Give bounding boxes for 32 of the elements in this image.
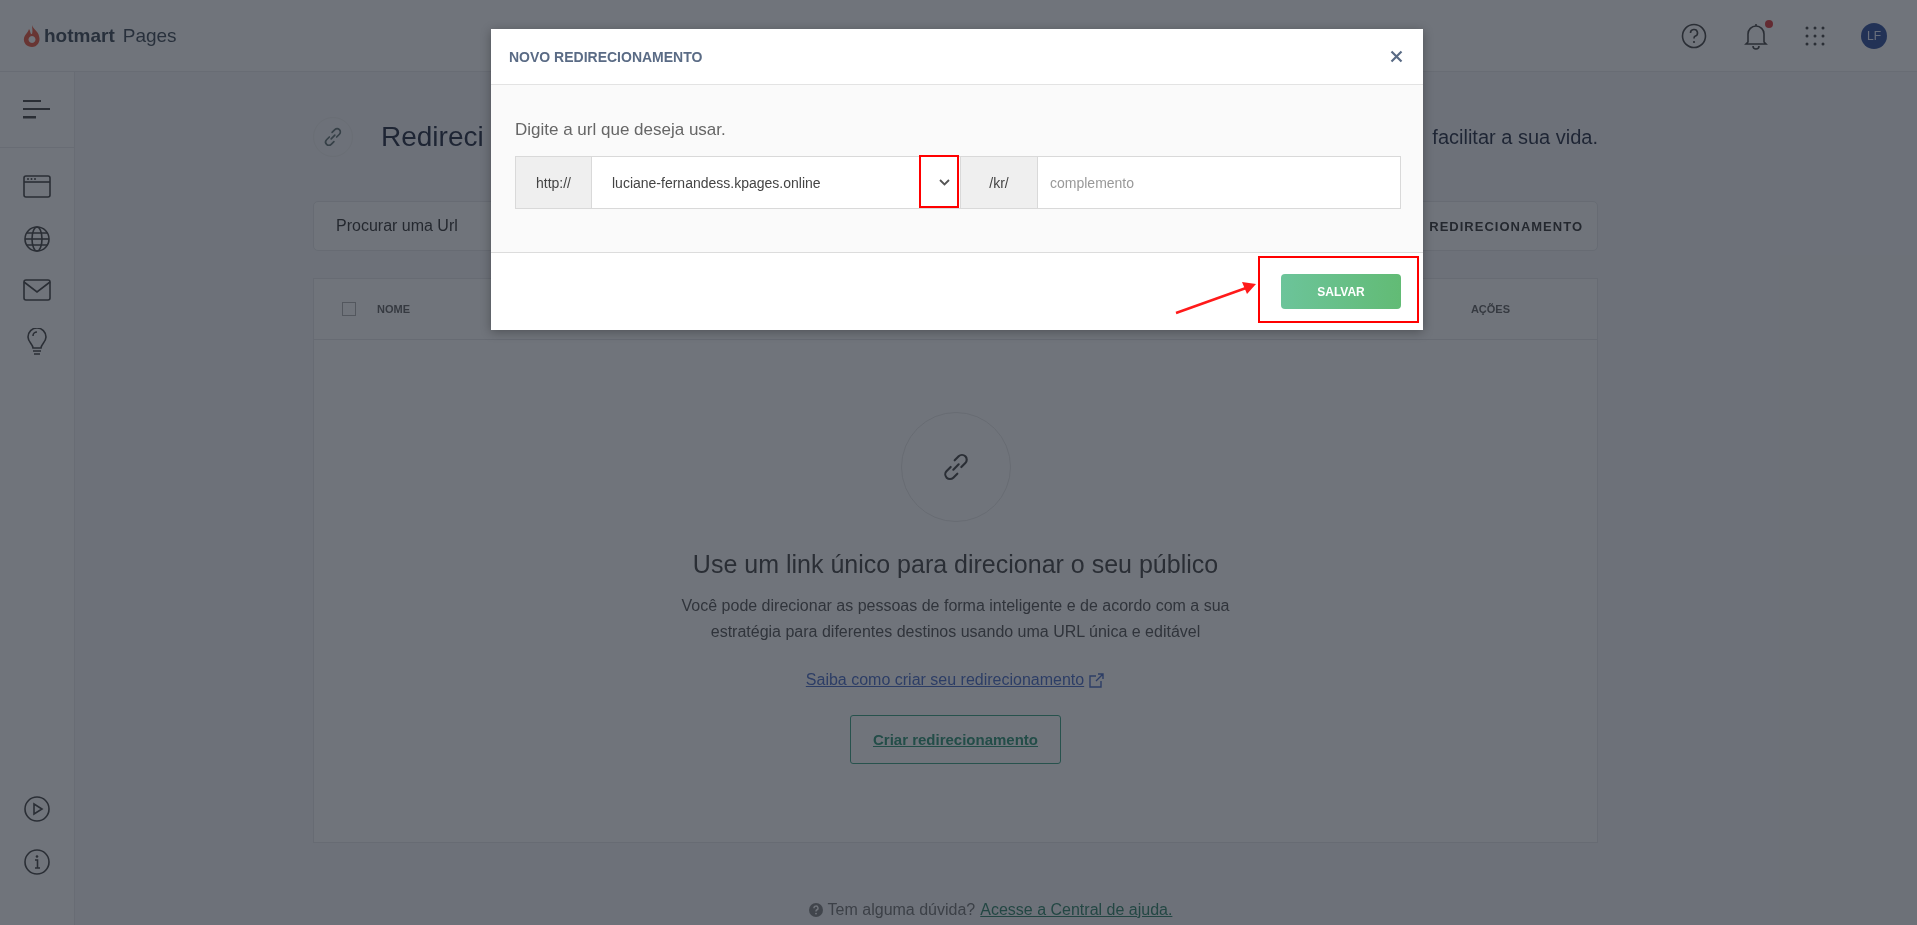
logo-product: Pages (122, 24, 177, 47)
flame-logo-icon (23, 23, 41, 48)
apps-grid-icon[interactable] (1805, 25, 1825, 46)
mail-icon[interactable] (23, 279, 51, 301)
dialog-title: NOVO REDIRECIONAMENTO (509, 48, 703, 65)
globe-icon[interactable] (24, 226, 50, 252)
empty-state-heading: Use um link único para direcionar o seu público (692, 550, 1219, 579)
url-label: Digite a url que deseja usar. (515, 120, 727, 140)
play-icon[interactable] (24, 796, 50, 822)
learn-link[interactable]: Saiba como criar seu redirecionamento (805, 671, 1106, 689)
user-avatar[interactable]: LF (1861, 22, 1887, 49)
save-button[interactable]: SALVAR (1281, 274, 1401, 309)
lightbulb-icon[interactable] (27, 328, 47, 356)
external-link-icon (1088, 671, 1106, 689)
page-subtitle: facilitar a sua vida. (1432, 125, 1598, 149)
column-header: AÇÕES (1470, 303, 1510, 315)
bell-icon (1743, 21, 1769, 50)
column-header: NOME (377, 303, 410, 315)
browser-window-icon[interactable] (23, 175, 51, 199)
help-icon[interactable] (1681, 22, 1707, 49)
menu-icon[interactable] (23, 100, 51, 119)
create-redirect-button[interactable]: Criar redirecionamento (850, 715, 1061, 764)
page-title: Redireci (381, 121, 484, 153)
close-icon[interactable] (1390, 50, 1403, 63)
info-icon[interactable] (24, 849, 50, 875)
select-all-checkbox[interactable] (342, 302, 356, 316)
question-icon (808, 903, 823, 917)
logo-brand: hotmart (44, 24, 115, 47)
new-redirect-button[interactable]: REDIRECIONAMENTO (1407, 202, 1597, 250)
search-field[interactable]: Procurar uma Url (314, 216, 738, 236)
empty-state-description: Você pode direcionar as pessoas de forma inteligente e de acordo com a sua estratégia para diferentes destinos usando uma URL única e editável (680, 596, 1231, 642)
help-center-link[interactable]: Acesse a Central de ajuda. (980, 901, 1173, 919)
